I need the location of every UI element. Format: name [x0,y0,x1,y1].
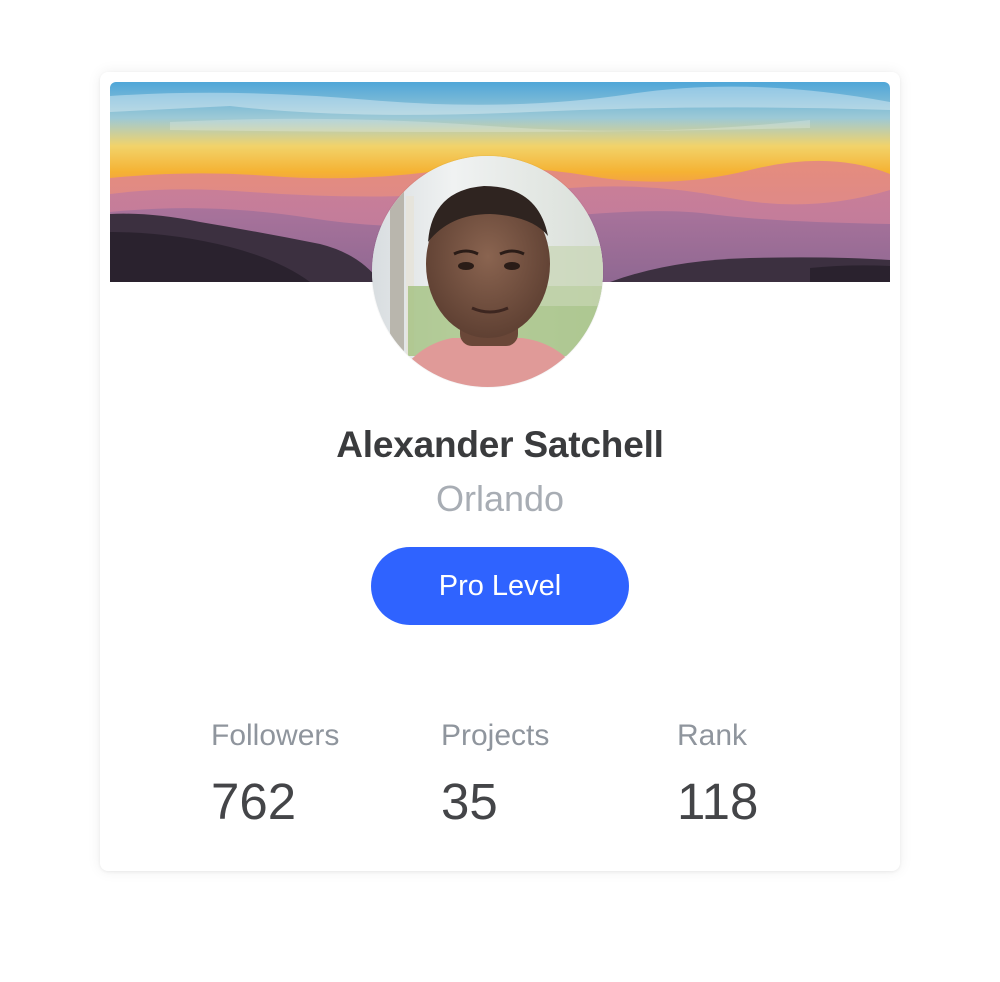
stat-label: Projects [441,719,550,752]
stat-value: 118 [677,773,759,830]
stat-value: 35 [441,773,498,830]
profile-card: Alexander Satchell Orlando Pro Level Fol… [100,72,900,871]
profile-photo [372,156,603,387]
stat-value: 762 [211,773,297,830]
stat-followers[interactable]: Followers 762 [211,718,339,830]
avatar[interactable] [372,156,603,387]
stat-rank[interactable]: Rank 118 [677,718,758,830]
profile-location: Orlando [435,478,565,519]
stat-label: Followers [211,719,340,752]
stat-projects[interactable]: Projects 35 [441,718,549,830]
stat-label: Rank [677,719,748,752]
pro-level-button[interactable]: Pro Level [371,547,629,625]
profile-name: Alexander Satchell [336,424,664,465]
